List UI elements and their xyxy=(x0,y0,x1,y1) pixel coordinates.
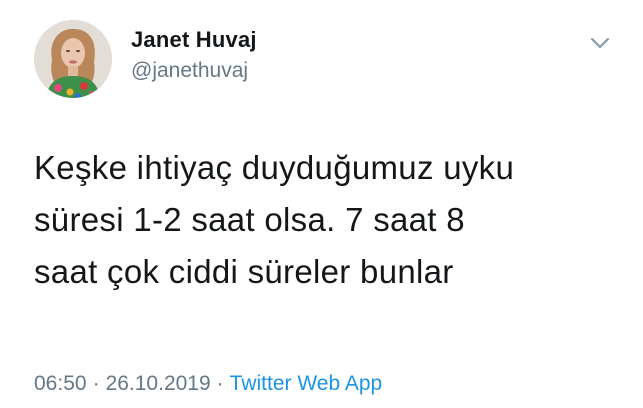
meta-separator: · xyxy=(92,372,100,395)
profile-photo-icon xyxy=(34,20,112,98)
user-handle[interactable]: @janethuvaj xyxy=(131,59,248,83)
tweet-time[interactable]: 06:50 xyxy=(34,372,87,395)
tweet-menu-button[interactable] xyxy=(585,28,615,58)
tweet-date[interactable]: 26.10.2019 xyxy=(106,372,211,395)
display-name[interactable]: Janet Huvaj xyxy=(131,27,257,53)
chevron-down-icon xyxy=(590,37,610,49)
tweet-meta: 06:50 · 26.10.2019 · Twitter Web App xyxy=(34,372,382,396)
tweet-text: Keşke ihtiyaç duyduğumuz uyku süresi 1-2… xyxy=(34,149,515,290)
avatar[interactable] xyxy=(34,20,112,98)
tweet-source-link[interactable]: Twitter Web App xyxy=(230,372,383,395)
meta-separator: · xyxy=(216,372,224,395)
